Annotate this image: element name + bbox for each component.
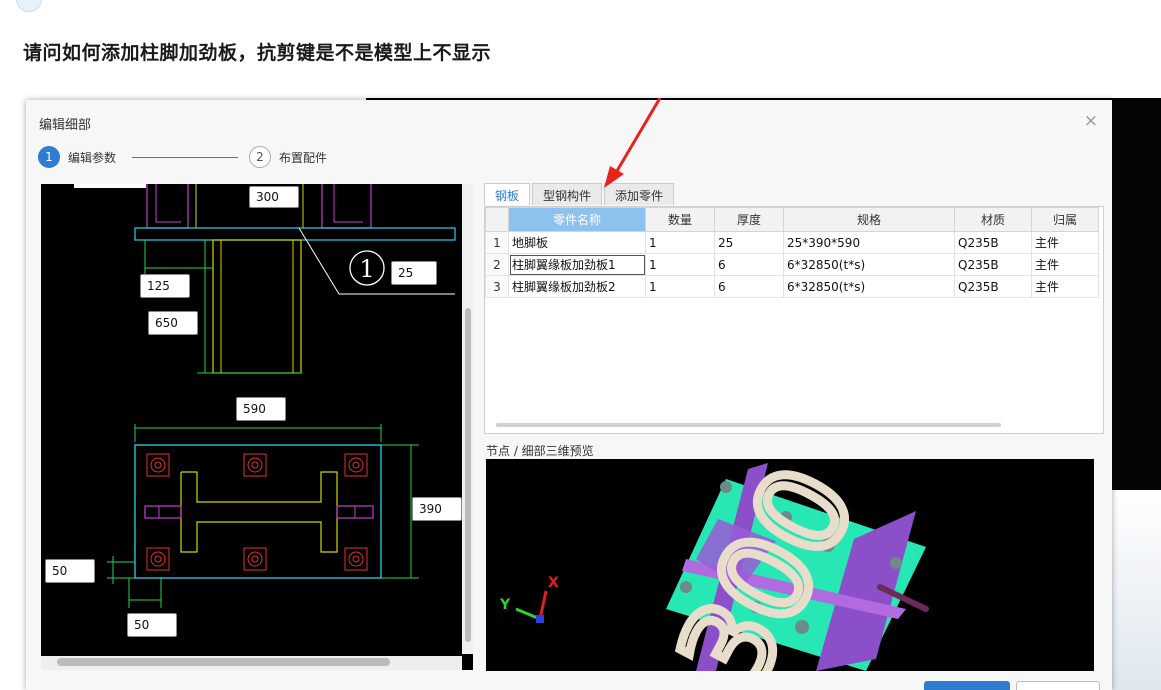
column-flange-right (321, 184, 372, 229)
cell-material[interactable]: Q235B (954, 253, 1032, 276)
confirm-button[interactable] (924, 681, 1010, 690)
dim-input-50-b[interactable]: 50 (127, 613, 177, 637)
dim-input-650[interactable]: 650 (148, 311, 198, 335)
table-horizontal-scrollbar[interactable] (496, 423, 1001, 427)
dim-input-300[interactable]: 300 (249, 186, 299, 208)
cell-name[interactable]: 地脚板 (508, 231, 646, 254)
tab-steel-plate[interactable]: 钢板 (484, 183, 531, 205)
axis-x-label: X (548, 575, 559, 591)
edit-detail-dialog: 编辑细部 × 1 编辑参数 2 布置配件 1 300 25 125 650 59… (26, 100, 1112, 690)
column-header-name[interactable]: 零件名称 (508, 207, 646, 232)
cad-drawing-canvas[interactable]: 1 300 25 125 650 590 390 50 50 (41, 184, 473, 670)
row-number: 2 (485, 253, 509, 276)
avatar (16, 0, 42, 12)
3d-preview-scene: 300 X Y (499, 459, 929, 671)
question-title: 请问如何添加柱脚加劲板，抗剪键是不是模型上不显示 (23, 42, 492, 64)
step-edit-params[interactable]: 1 编辑参数 (38, 144, 116, 170)
column-flange-left (146, 184, 189, 229)
cell-qty[interactable]: 1 (645, 253, 715, 276)
cad-vertical-scroll-thumb[interactable] (465, 308, 471, 642)
cell-name[interactable]: 柱脚翼缘板加劲板1 (508, 253, 646, 276)
cell-thickness[interactable]: 6 (714, 275, 784, 298)
step-number: 1 (38, 146, 60, 168)
cell-material[interactable]: Q235B (954, 275, 1032, 298)
cell-material[interactable]: Q235B (954, 231, 1032, 254)
table-header-row: 零件名称 数量 厚度 规格 材质 归属 (485, 207, 1099, 232)
column-flange-left-inner (155, 184, 181, 223)
step-place-accessories[interactable]: 2 布置配件 (249, 144, 327, 170)
cell-qty[interactable]: 1 (645, 275, 715, 298)
dim-input-25[interactable]: 25 (391, 261, 437, 285)
table-row[interactable]: 1 地脚板 1 25 25*390*590 Q235B 主件 (485, 231, 1099, 254)
cell-owner[interactable]: 主件 (1031, 275, 1099, 298)
cell-thickness[interactable]: 6 (714, 253, 784, 276)
cell-qty[interactable]: 1 (645, 231, 715, 254)
row-number-header (485, 207, 509, 232)
tab-add-part[interactable]: 添加零件 (604, 183, 675, 205)
base-plate-side (134, 227, 456, 241)
dialog-title: 编辑细部 (39, 118, 92, 133)
axis-y-label: Y (499, 597, 511, 613)
close-icon[interactable]: × (1084, 111, 1098, 131)
row-number: 3 (485, 275, 509, 298)
dim-input-390[interactable]: 390 (412, 497, 462, 521)
cell-thickness[interactable]: 25 (714, 231, 784, 254)
step-connector (132, 157, 238, 158)
table-row[interactable]: 2 柱脚翼缘板加劲板1 1 6 6*32850(t*s) Q235B 主件 (485, 253, 1099, 276)
cell-spec[interactable]: 6*32850(t*s) (783, 275, 955, 298)
dim-input-50-a[interactable]: 50 (45, 559, 95, 583)
step-number: 2 (249, 146, 271, 168)
cell-owner[interactable]: 主件 (1031, 231, 1099, 254)
column-web-elevation (212, 239, 302, 374)
dim-input-590[interactable]: 590 (236, 397, 286, 421)
column-header-material[interactable]: 材质 (954, 207, 1032, 232)
cell-spec[interactable]: 6*32850(t*s) (783, 253, 955, 276)
step-label: 编辑参数 (68, 150, 117, 165)
preview-label: 节点 / 细部三维预览 (486, 444, 594, 458)
column-header-thickness[interactable]: 厚度 (714, 207, 784, 232)
row-number: 1 (485, 231, 509, 254)
column-header-owner[interactable]: 归属 (1031, 207, 1099, 232)
table-row[interactable]: 3 柱脚翼缘板加劲板2 1 6 6*32850(t*s) Q235B 主件 (485, 275, 1099, 298)
axis-z-indicator (536, 615, 544, 623)
cut-dim-box (74, 184, 146, 188)
column-flange-right-inner (333, 184, 363, 223)
column-header-qty[interactable]: 数量 (645, 207, 715, 232)
step-label: 布置配件 (279, 150, 328, 165)
column-header-spec[interactable]: 规格 (783, 207, 955, 232)
background-panel (1112, 490, 1161, 690)
cell-name[interactable]: 柱脚翼缘板加劲板2 (508, 275, 646, 298)
dim-input-125[interactable]: 125 (140, 274, 190, 298)
parts-table: 零件名称 数量 厚度 规格 材质 归属 1 地脚板 1 25 25*390*59… (484, 206, 1104, 434)
cad-horizontal-scroll-thumb[interactable] (57, 658, 390, 666)
stiffener-left (144, 505, 182, 519)
cell-owner[interactable]: 主件 (1031, 253, 1099, 276)
cad-drawing: 1 (74, 184, 456, 608)
3d-preview-viewport[interactable]: 300 X Y (486, 459, 1094, 671)
h-section-plan (180, 471, 338, 553)
axis-x-line (538, 590, 548, 620)
marker-number: 1 (359, 255, 374, 283)
part-tabs: 钢板 型钢构件 添加零件 (484, 183, 676, 205)
cancel-button[interactable] (1016, 681, 1100, 690)
tab-section-member[interactable]: 型钢构件 (532, 183, 603, 205)
cell-spec[interactable]: 25*390*590 (783, 231, 955, 254)
